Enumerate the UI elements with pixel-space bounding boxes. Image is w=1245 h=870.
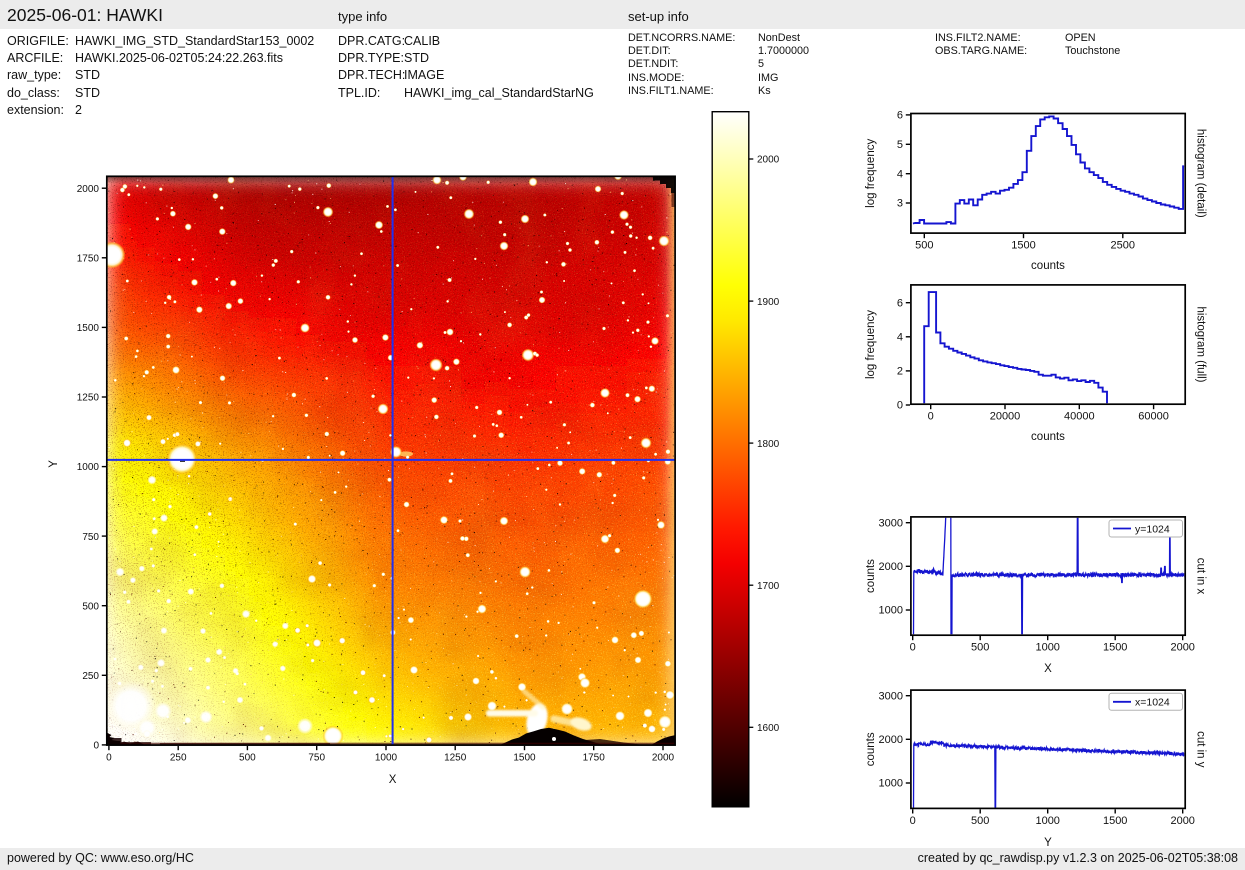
svg-text:X: X [389,774,397,786]
svg-text:Y: Y [1044,837,1052,849]
svg-text:0: 0 [93,741,99,752]
svg-text:6: 6 [897,297,903,309]
svg-text:2000: 2000 [879,734,903,746]
svg-text:2500: 2500 [1111,240,1135,252]
svg-text:2000: 2000 [1170,815,1194,827]
svg-text:3000: 3000 [879,517,903,529]
svg-text:500: 500 [971,815,989,827]
svg-text:500: 500 [915,240,933,252]
svg-text:1900: 1900 [757,297,780,308]
svg-text:1000: 1000 [375,753,398,764]
svg-text:1000: 1000 [879,605,903,617]
svg-text:cut in x: cut in x [1195,558,1207,595]
svg-text:1000: 1000 [1035,815,1059,827]
svg-text:500: 500 [82,601,99,612]
svg-text:500: 500 [971,642,989,654]
svg-text:20000: 20000 [990,411,1021,423]
svg-text:1700: 1700 [757,581,780,592]
svg-text:3: 3 [897,198,903,210]
svg-text:y=1024: y=1024 [1135,523,1170,535]
svg-text:histogram (full): histogram (full) [1195,306,1207,382]
svg-text:60000: 60000 [1138,411,1169,423]
svg-text:1000: 1000 [77,462,100,473]
svg-text:2000: 2000 [757,155,780,166]
svg-text:4: 4 [897,168,903,180]
svg-text:log frequency: log frequency [865,139,877,208]
svg-text:histogram (detail): histogram (detail) [1195,129,1207,218]
svg-text:counts: counts [1031,260,1065,272]
svg-text:1500: 1500 [77,323,100,334]
svg-text:1500: 1500 [1011,240,1035,252]
svg-text:counts: counts [865,732,877,766]
svg-text:4: 4 [897,332,903,344]
svg-text:2000: 2000 [1170,642,1194,654]
svg-text:1250: 1250 [77,393,100,404]
svg-text:500: 500 [239,753,256,764]
svg-text:0: 0 [106,753,112,764]
svg-text:250: 250 [82,671,99,682]
svg-text:cut in y: cut in y [1195,731,1207,768]
svg-text:250: 250 [170,753,187,764]
svg-text:1500: 1500 [1103,642,1127,654]
svg-text:Y: Y [48,460,60,468]
svg-text:counts: counts [1031,431,1065,443]
svg-text:750: 750 [308,753,325,764]
svg-text:1500: 1500 [513,753,536,764]
svg-text:5: 5 [897,139,903,151]
svg-text:1250: 1250 [444,753,467,764]
svg-text:X: X [1044,663,1052,675]
svg-text:2000: 2000 [77,184,100,195]
svg-text:750: 750 [82,532,99,543]
svg-text:3000: 3000 [879,690,903,702]
svg-text:0: 0 [897,400,903,412]
svg-text:2: 2 [897,366,903,378]
svg-text:0: 0 [910,815,916,827]
svg-text:40000: 40000 [1064,411,1095,423]
svg-text:1600: 1600 [757,723,780,734]
svg-text:1000: 1000 [879,778,903,790]
svg-text:2000: 2000 [652,753,675,764]
svg-text:1750: 1750 [77,254,100,265]
svg-text:1800: 1800 [757,439,780,450]
svg-text:0: 0 [910,642,916,654]
svg-text:2000: 2000 [879,561,903,573]
svg-text:log frequency: log frequency [865,310,877,379]
svg-text:1750: 1750 [583,753,606,764]
svg-text:6: 6 [897,110,903,122]
svg-text:1500: 1500 [1103,815,1127,827]
svg-text:1000: 1000 [1035,642,1059,654]
svg-text:0: 0 [928,411,934,423]
svg-text:x=1024: x=1024 [1135,697,1170,709]
svg-text:counts: counts [865,559,877,593]
